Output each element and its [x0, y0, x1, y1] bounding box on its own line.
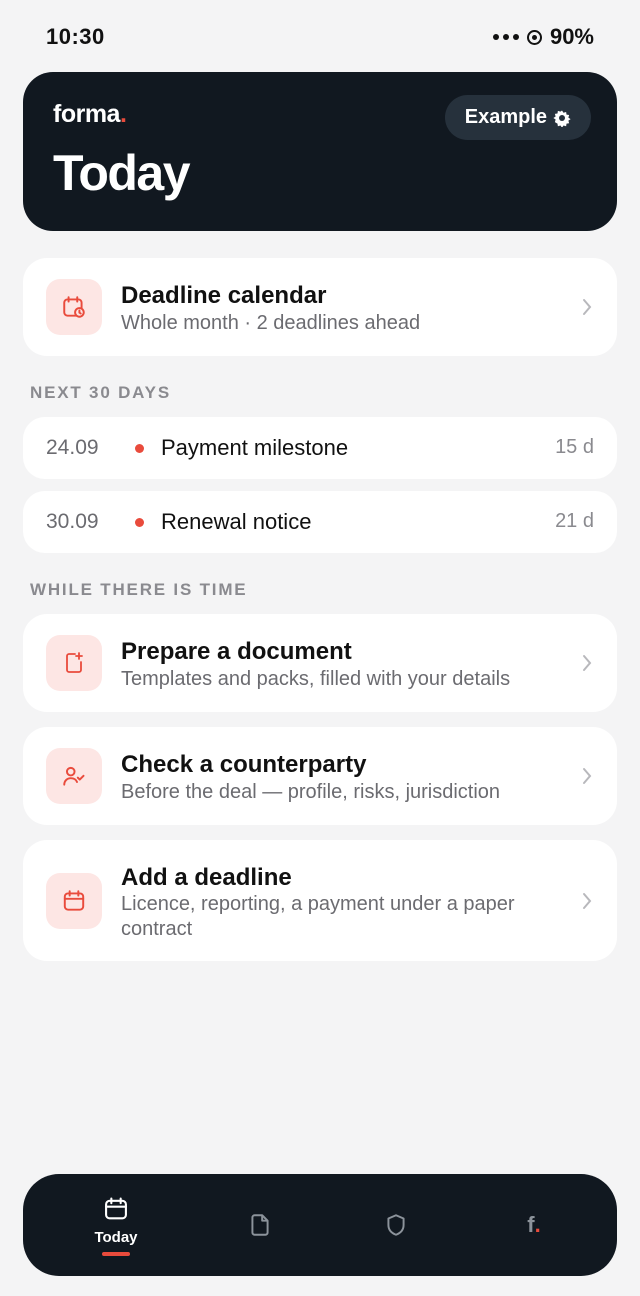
- deadline-row[interactable]: 24.09 Payment milestone 15 d: [23, 417, 617, 479]
- chevron-right-icon: [583, 655, 592, 671]
- section-label-next: NEXT 30 DAYS: [30, 383, 171, 402]
- check-counterparty-title: Check a counterparty: [121, 751, 367, 778]
- header-card: forma. Today Example: [23, 72, 617, 231]
- brand-icon: f.: [527, 1212, 541, 1237]
- status-bar: 10:30 90%: [0, 0, 640, 72]
- calendar-icon: [46, 873, 102, 929]
- brand-logo: forma.: [53, 100, 127, 128]
- signal-dots-icon: [492, 34, 519, 40]
- calendar-card-title: Deadline calendar: [121, 282, 327, 309]
- chevron-right-icon: [583, 893, 592, 909]
- deadline-days-left: 15 d: [555, 436, 594, 458]
- chevron-right-icon: [583, 768, 592, 784]
- deadline-days-left: 21 d: [555, 510, 594, 532]
- add-deadline-subtitle: Licence, reporting, a payment under a pa…: [121, 893, 515, 940]
- document-plus-icon: [46, 635, 102, 691]
- add-deadline-title: Add a deadline: [121, 864, 292, 891]
- location-icon: [526, 29, 542, 45]
- deadline-title: Renewal notice: [161, 509, 312, 534]
- calendar-card-subtitle: Whole month · 2 deadlines ahead: [121, 312, 421, 334]
- prepare-document-card[interactable]: Prepare a document Templates and packs, …: [23, 614, 617, 712]
- document-icon: [251, 1214, 269, 1236]
- deadline-row[interactable]: 30.09 Renewal notice 21 d: [23, 491, 617, 553]
- shield-icon: [387, 1214, 405, 1236]
- active-indicator: [102, 1251, 130, 1256]
- bottom-nav: Today f.: [23, 1174, 617, 1276]
- nav-item-today[interactable]: Today: [42, 1174, 190, 1276]
- chevron-right-icon: [583, 299, 592, 315]
- nav-label-today: Today: [94, 1228, 138, 1246]
- user-check-icon: [46, 748, 102, 804]
- status-dot: [135, 518, 144, 527]
- example-button[interactable]: Example: [444, 95, 591, 140]
- prepare-document-subtitle: Templates and packs, filled with your de…: [121, 668, 511, 690]
- calendar-icon: [105, 1196, 127, 1219]
- example-label: Example: [464, 106, 547, 128]
- battery-level: 90%: [549, 24, 594, 49]
- deadline-date: 30.09: [46, 510, 99, 533]
- status-time: 10:30: [46, 24, 105, 49]
- calendar-clock-icon: [46, 279, 102, 335]
- nav-item-security[interactable]: [322, 1174, 470, 1276]
- deadline-title: Payment milestone: [161, 435, 349, 460]
- section-label-while: WHILE THERE IS TIME: [30, 580, 248, 599]
- add-deadline-card[interactable]: Add a deadline Licence, reporting, a pay…: [23, 840, 617, 961]
- gear-icon: [553, 110, 571, 127]
- check-counterparty-card[interactable]: Check a counterparty Before the deal — p…: [23, 727, 617, 825]
- nav-item-profile[interactable]: f.: [460, 1174, 608, 1276]
- page-title: Today: [53, 145, 191, 201]
- prepare-document-title: Prepare a document: [121, 638, 352, 665]
- deadline-calendar-card[interactable]: Deadline calendar Whole month · 2 deadli…: [23, 258, 617, 356]
- check-counterparty-subtitle: Before the deal — profile, risks, jurisd…: [121, 781, 501, 803]
- nav-item-documents[interactable]: [186, 1174, 334, 1276]
- status-indicators: 90%: [492, 24, 594, 50]
- status-dot: [135, 444, 144, 453]
- deadline-date: 24.09: [46, 436, 99, 459]
